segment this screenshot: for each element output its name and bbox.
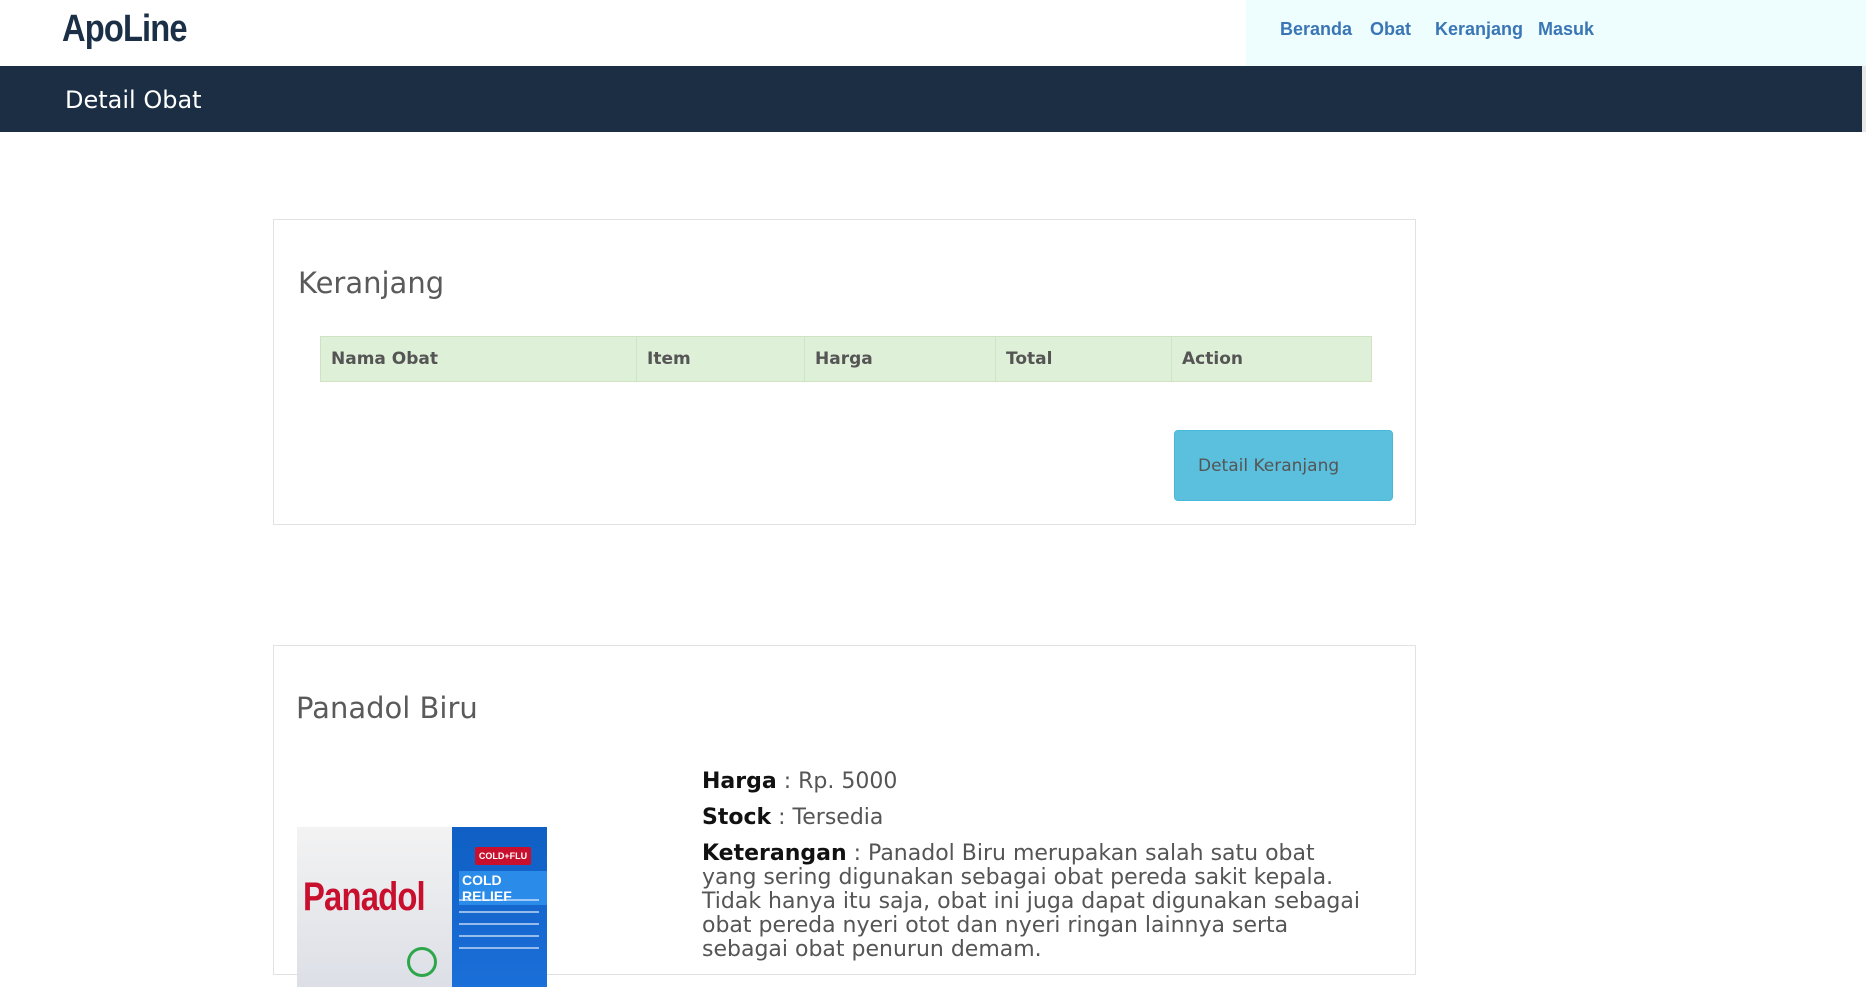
detail-keranjang-button[interactable]: Detail Keranjang — [1174, 430, 1393, 501]
package-brand: Panadol — [303, 875, 426, 919]
column-header-harga: Harga — [805, 337, 996, 381]
top-navbar: ApoLine Beranda Obat Keranjang Masuk — [0, 0, 1866, 66]
nav-link-beranda[interactable]: Beranda — [1280, 19, 1352, 40]
page-title: Detail Obat — [65, 86, 202, 114]
package-text-lines — [459, 899, 539, 959]
price-label: Harga — [702, 769, 777, 794]
stock-label: Stock — [702, 805, 772, 830]
product-detail-panel: Panadol Biru COLD+FLU COLD RELIEF Panado… — [273, 645, 1416, 987]
page-header: Detail Obat — [0, 66, 1862, 132]
nav-link-masuk[interactable]: Masuk — [1538, 19, 1594, 40]
cart-panel: Keranjang Nama Obat Item Harga Total Act… — [273, 219, 1416, 525]
product-name: Panadol Biru — [296, 691, 478, 725]
column-header-nama-obat: Nama Obat — [321, 337, 637, 381]
price-value: : Rp. 5000 — [776, 769, 898, 794]
column-header-item: Item — [637, 337, 805, 381]
description-row: Keterangan : Panadol Biru merupakan sala… — [702, 842, 1362, 962]
product-image: COLD+FLU COLD RELIEF Panadol — [297, 827, 547, 987]
cart-title: Keranjang — [298, 266, 445, 300]
cart-table-header: Nama Obat Item Harga Total Action — [320, 336, 1372, 382]
package-seal-icon — [407, 947, 437, 977]
brand-logo[interactable]: ApoLine — [62, 8, 188, 51]
nav-link-obat[interactable]: Obat — [1370, 19, 1411, 40]
nav-menu: Beranda Obat Keranjang Masuk — [1246, 0, 1866, 66]
stock-row: Stock : Tersedia — [702, 806, 1362, 830]
column-header-action: Action — [1182, 349, 1243, 369]
price-row: Harga : Rp. 5000 — [702, 770, 1362, 794]
stock-value: : Tersedia — [771, 805, 884, 830]
nav-link-keranjang[interactable]: Keranjang — [1435, 19, 1523, 40]
description-label: Keterangan — [702, 841, 847, 866]
product-info: Harga : Rp. 5000 Stock : Tersedia Ketera… — [702, 770, 1362, 974]
header-edge — [1862, 66, 1866, 132]
column-header-total: Total — [996, 337, 1172, 381]
package-badge: COLD+FLU — [475, 847, 531, 865]
